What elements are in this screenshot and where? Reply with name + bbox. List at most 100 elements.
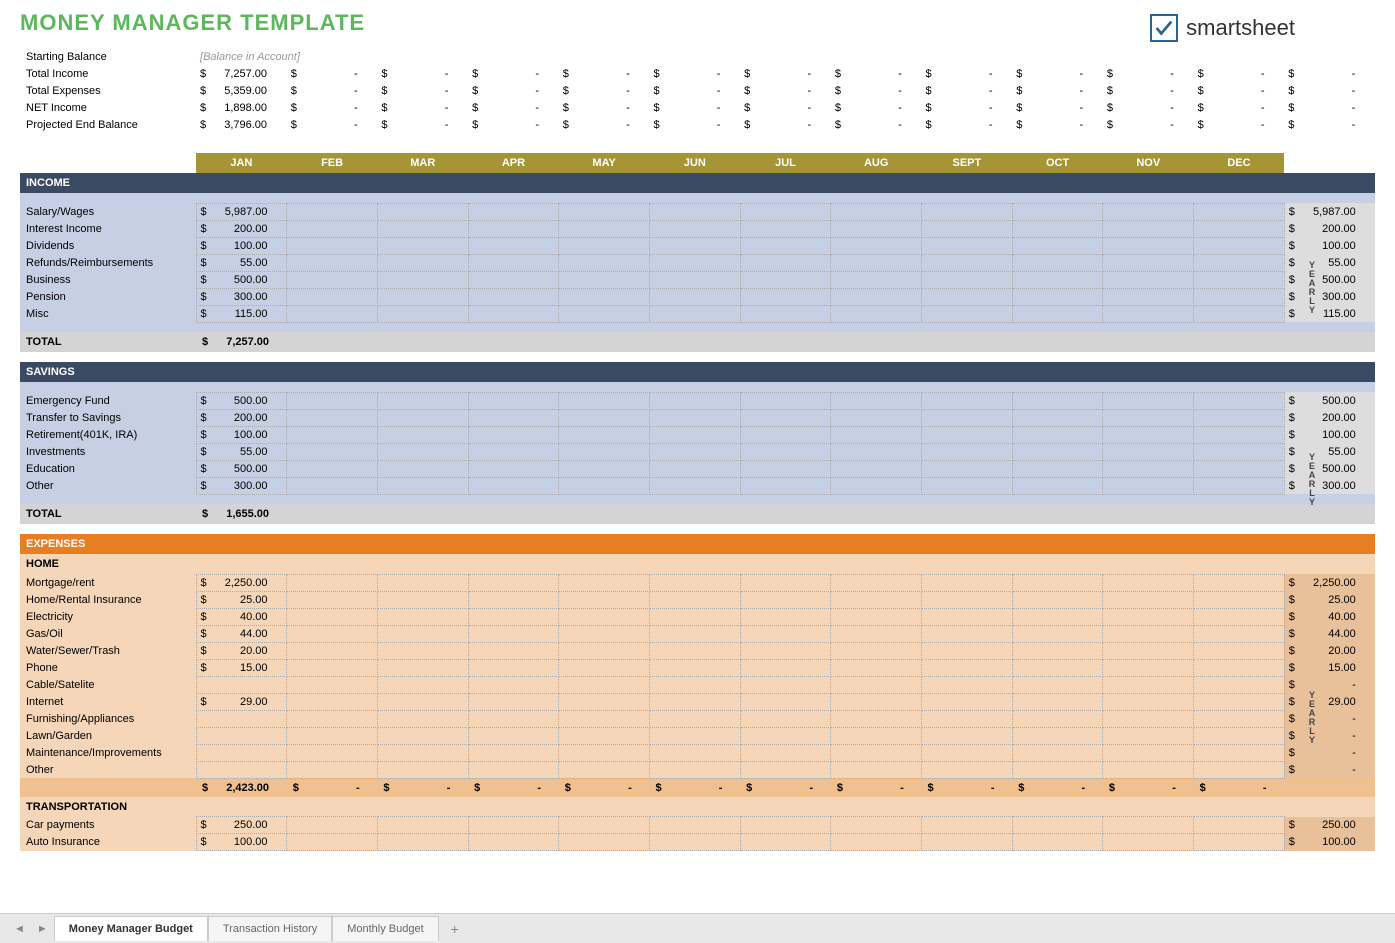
data-cell[interactable] (649, 203, 740, 220)
data-cell[interactable]: $300.00 (196, 288, 287, 305)
data-cell[interactable] (831, 659, 922, 676)
data-cell[interactable] (468, 761, 559, 778)
data-cell[interactable] (559, 574, 650, 591)
data-cell[interactable] (287, 727, 378, 744)
data-cell[interactable] (1194, 574, 1285, 591)
data-cell[interactable] (287, 761, 378, 778)
data-cell[interactable] (1103, 608, 1194, 625)
data-cell[interactable] (740, 305, 831, 322)
data-cell[interactable]: $55.00 (196, 443, 287, 460)
data-cell[interactable] (1012, 676, 1103, 693)
data-cell[interactable] (740, 477, 831, 494)
data-cell[interactable] (831, 676, 922, 693)
data-cell[interactable] (922, 477, 1013, 494)
data-cell[interactable] (740, 254, 831, 271)
data-cell[interactable] (649, 727, 740, 744)
data-cell[interactable] (1194, 426, 1285, 443)
data-cell[interactable] (649, 817, 740, 834)
data-cell[interactable] (649, 574, 740, 591)
data-cell[interactable] (1103, 834, 1194, 851)
data-cell[interactable] (740, 676, 831, 693)
data-cell[interactable] (649, 676, 740, 693)
data-cell[interactable] (468, 203, 559, 220)
data-cell[interactable] (1103, 409, 1194, 426)
data-cell[interactable] (649, 392, 740, 409)
data-cell[interactable] (1012, 727, 1103, 744)
data-cell[interactable] (1012, 443, 1103, 460)
data-cell[interactable] (1194, 625, 1285, 642)
data-cell[interactable] (831, 834, 922, 851)
data-cell[interactable]: $2,250.00 (196, 574, 287, 591)
data-cell[interactable] (740, 288, 831, 305)
data-cell[interactable] (1012, 288, 1103, 305)
data-cell[interactable] (922, 392, 1013, 409)
data-cell[interactable] (922, 693, 1013, 710)
data-cell[interactable] (377, 288, 468, 305)
data-cell[interactable] (649, 288, 740, 305)
data-cell[interactable] (559, 409, 650, 426)
data-cell[interactable] (1194, 676, 1285, 693)
data-cell[interactable] (831, 477, 922, 494)
data-cell[interactable] (831, 744, 922, 761)
data-cell[interactable] (468, 271, 559, 288)
data-cell[interactable] (377, 608, 468, 625)
data-cell[interactable] (1194, 220, 1285, 237)
data-cell[interactable] (196, 727, 287, 744)
data-cell[interactable] (922, 271, 1013, 288)
data-cell[interactable] (831, 203, 922, 220)
data-cell[interactable] (922, 817, 1013, 834)
data-cell[interactable] (468, 727, 559, 744)
data-cell[interactable] (559, 443, 650, 460)
starting-balance-value[interactable]: [Balance in Account] (196, 48, 377, 65)
data-cell[interactable] (649, 744, 740, 761)
data-cell[interactable] (740, 710, 831, 727)
data-cell[interactable] (559, 477, 650, 494)
data-cell[interactable] (468, 817, 559, 834)
data-cell[interactable] (1194, 608, 1285, 625)
data-cell[interactable] (1194, 305, 1285, 322)
data-cell[interactable] (1012, 574, 1103, 591)
data-cell[interactable] (649, 443, 740, 460)
data-cell[interactable] (1103, 271, 1194, 288)
data-cell[interactable] (196, 744, 287, 761)
data-cell[interactable]: $100.00 (196, 834, 287, 851)
data-cell[interactable] (287, 409, 378, 426)
data-cell[interactable] (1012, 659, 1103, 676)
data-cell[interactable] (377, 727, 468, 744)
data-cell[interactable]: $300.00 (196, 477, 287, 494)
data-cell[interactable] (649, 625, 740, 642)
data-cell[interactable] (287, 693, 378, 710)
data-cell[interactable]: $100.00 (196, 237, 287, 254)
data-cell[interactable] (377, 237, 468, 254)
data-cell[interactable] (831, 426, 922, 443)
data-cell[interactable] (740, 744, 831, 761)
data-cell[interactable] (1194, 710, 1285, 727)
data-cell[interactable] (1194, 727, 1285, 744)
data-cell[interactable] (1012, 477, 1103, 494)
data-cell[interactable] (1103, 254, 1194, 271)
data-cell[interactable] (1194, 642, 1285, 659)
tab-transaction-history[interactable]: Transaction History (208, 916, 332, 941)
data-cell[interactable] (559, 288, 650, 305)
data-cell[interactable] (287, 203, 378, 220)
data-cell[interactable] (196, 761, 287, 778)
data-cell[interactable] (1012, 625, 1103, 642)
data-cell[interactable] (377, 676, 468, 693)
data-cell[interactable] (377, 305, 468, 322)
data-cell[interactable] (922, 659, 1013, 676)
data-cell[interactable]: $15.00 (196, 659, 287, 676)
data-cell[interactable] (196, 676, 287, 693)
data-cell[interactable]: $500.00 (196, 392, 287, 409)
data-cell[interactable] (1103, 237, 1194, 254)
data-cell[interactable] (922, 254, 1013, 271)
data-cell[interactable] (559, 608, 650, 625)
data-cell[interactable] (1012, 254, 1103, 271)
data-cell[interactable] (559, 710, 650, 727)
data-cell[interactable] (1194, 392, 1285, 409)
data-cell[interactable] (287, 817, 378, 834)
data-cell[interactable] (1012, 642, 1103, 659)
data-cell[interactable] (649, 591, 740, 608)
data-cell[interactable] (1194, 460, 1285, 477)
data-cell[interactable] (1194, 409, 1285, 426)
data-cell[interactable]: $55.00 (196, 254, 287, 271)
